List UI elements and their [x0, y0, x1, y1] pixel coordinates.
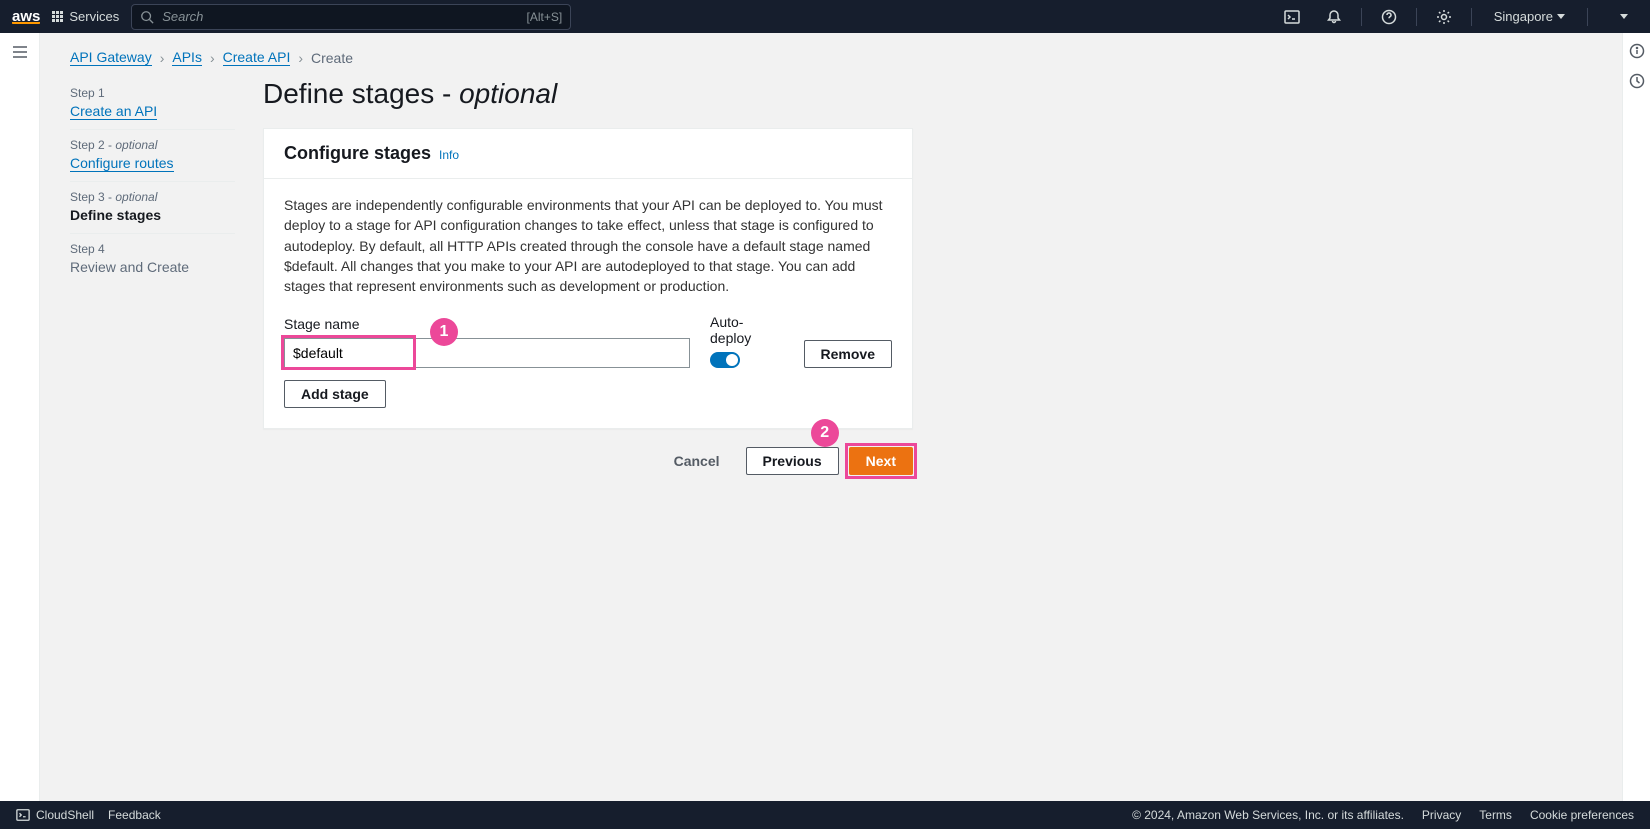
aws-smile-icon [12, 22, 40, 25]
cloudshell-header-icon[interactable] [1277, 2, 1307, 32]
wizard-step-label: Step 2 - optional [70, 138, 235, 152]
region-selector[interactable]: Singapore [1484, 9, 1575, 24]
grid-icon [52, 11, 63, 22]
search-placeholder: Search [162, 9, 203, 24]
header-separator [1416, 8, 1417, 26]
notifications-icon[interactable] [1319, 2, 1349, 32]
services-label: Services [69, 9, 119, 24]
breadcrumb-api-gateway[interactable]: API Gateway [70, 49, 152, 66]
settings-icon[interactable] [1429, 2, 1459, 32]
chevron-right-icon: › [298, 50, 303, 66]
wizard-step-3: Step 3 - optional Define stages [70, 182, 235, 234]
stage-name-label: Stage name [284, 316, 690, 332]
wizard-step-label: Step 4 [70, 242, 235, 256]
configure-stages-panel: Configure stages Info Stages are indepen… [263, 128, 913, 429]
breadcrumb-current: Create [311, 50, 353, 66]
side-nav-toggle[interactable] [0, 33, 40, 801]
wizard-step-label: Step 1 [70, 86, 235, 100]
search-icon [140, 10, 154, 24]
account-menu[interactable] [1610, 14, 1638, 19]
wizard-step-3-current: Define stages [70, 207, 235, 223]
wizard-step-1: Step 1 Create an API [70, 78, 235, 130]
global-search[interactable]: Search [Alt+S] [131, 4, 571, 30]
footer-cloudshell[interactable]: CloudShell [16, 808, 94, 822]
auto-deploy-label: Auto-deploy [710, 314, 784, 346]
region-label: Singapore [1494, 9, 1553, 24]
chevron-right-icon: › [160, 50, 165, 66]
info-link[interactable]: Info [439, 148, 459, 162]
add-stage-button[interactable]: Add stage [284, 380, 386, 408]
wizard-step-4-future: Review and Create [70, 259, 235, 275]
chevron-right-icon: › [210, 50, 215, 66]
header-separator [1471, 8, 1472, 26]
cancel-button[interactable]: Cancel [658, 447, 736, 475]
global-footer: CloudShell Feedback © 2024, Amazon Web S… [0, 801, 1650, 829]
caret-down-icon [1557, 14, 1565, 19]
info-panel-icon[interactable] [1629, 43, 1645, 59]
help-icon[interactable] [1374, 2, 1404, 32]
breadcrumb: API Gateway › APIs › Create API › Create [70, 49, 1592, 66]
wizard-actions: Cancel Previous Next 2 [263, 447, 913, 475]
header-separator [1587, 8, 1588, 26]
breadcrumb-create-api[interactable]: Create API [223, 49, 291, 66]
wizard-step-1-link[interactable]: Create an API [70, 103, 157, 120]
caret-down-icon [1620, 14, 1628, 19]
previous-button[interactable]: Previous [746, 447, 839, 475]
services-menu[interactable]: Services [52, 9, 119, 24]
stage-name-input[interactable] [284, 338, 690, 368]
hamburger-icon [11, 43, 29, 61]
right-rail [1622, 33, 1650, 801]
page-title: Define stages - optional [263, 78, 913, 110]
panel-header: Configure stages Info [264, 129, 912, 179]
search-shortcut: [Alt+S] [527, 10, 563, 24]
auto-deploy-toggle[interactable] [710, 352, 740, 368]
remove-stage-button[interactable]: Remove [804, 340, 892, 368]
breadcrumb-apis[interactable]: APIs [172, 49, 202, 66]
wizard-step-2-link[interactable]: Configure routes [70, 155, 174, 172]
footer-feedback[interactable]: Feedback [108, 808, 161, 822]
footer-copyright: © 2024, Amazon Web Services, Inc. or its… [1132, 808, 1404, 822]
next-button[interactable]: Next [849, 447, 913, 475]
footer-privacy[interactable]: Privacy [1422, 808, 1461, 822]
stage-row: Stage name 1 Auto-deploy [284, 314, 892, 368]
main-content: API Gateway › APIs › Create API › Create… [40, 33, 1622, 801]
cloudshell-icon [16, 808, 30, 822]
panel-description: Stages are independently configurable en… [284, 195, 892, 296]
footer-terms[interactable]: Terms [1479, 808, 1512, 822]
wizard-nav: Step 1 Create an API Step 2 - optional C… [70, 78, 235, 285]
wizard-step-2: Step 2 - optional Configure routes [70, 130, 235, 182]
footer-cookies[interactable]: Cookie preferences [1530, 808, 1634, 822]
wizard-step-4: Step 4 Review and Create [70, 234, 235, 285]
clock-icon[interactable] [1629, 73, 1645, 89]
panel-heading: Configure stages [284, 143, 431, 164]
header-separator [1361, 8, 1362, 26]
global-header: aws Services Search [Alt+S] Singapore [0, 0, 1650, 33]
wizard-step-label: Step 3 - optional [70, 190, 235, 204]
aws-logo[interactable]: aws [12, 8, 40, 25]
